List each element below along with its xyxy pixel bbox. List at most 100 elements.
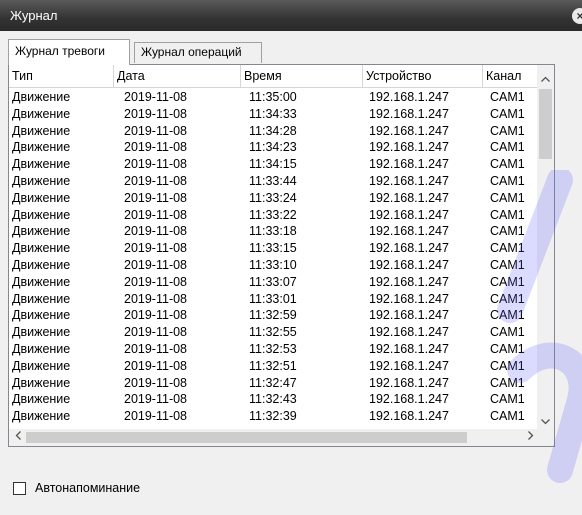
tab-operations-log[interactable]: Журнал операций [134,42,262,63]
cell-time: 11:34:15 [249,157,297,172]
table-header: Тип Дата Время Устройство Канал [9,65,539,88]
cell-date: 2019-11-08 [124,291,188,306]
cell-device: 192.168.1.247 [369,224,449,239]
horizontal-scrollbar[interactable] [9,429,539,446]
cell-date: 2019-11-08 [124,358,188,373]
horizontal-scroll-thumb[interactable] [26,432,467,443]
cell-time: 11:33:22 [249,207,297,222]
cell-device: 192.168.1.247 [369,90,449,104]
cell-type: Движение [12,157,71,172]
table-row[interactable]: Движение 2019-11-08 11:32:39 192.168.1.247 C… [9,408,547,425]
column-header-type[interactable]: Тип [9,65,114,87]
table-row[interactable]: Движение 2019-11-08 11:34:23 192.168.1.247 C… [9,139,547,156]
chevron-up-icon[interactable] [537,71,554,88]
log-table: Тип Дата Время Устройство Канал Движение… [8,64,555,447]
cell-device: 192.168.1.247 [369,308,449,323]
cell-time: 11:32:59 [249,308,297,323]
cell-date: 2019-11-08 [124,274,188,289]
cell-time: 11:33:15 [249,241,297,256]
cell-time: 11:33:01 [249,291,297,306]
cell-date: 2019-11-08 [124,157,188,172]
cell-type: Движение [12,123,71,138]
cell-date: 2019-11-08 [124,325,188,340]
table-row[interactable]: Движение 2019-11-08 11:34:33 192.168.1.247 C… [9,106,547,123]
cell-date: 2019-11-08 [124,341,188,356]
cell-device: 192.168.1.247 [369,341,449,356]
table-row[interactable]: Движение 2019-11-08 11:33:44 192.168.1.247 C… [9,173,547,190]
cell-type: Движение [12,392,71,407]
table-row[interactable]: Движение 2019-11-08 11:33:10 192.168.1.247 C… [9,257,547,274]
vertical-scroll-thumb[interactable] [539,89,552,159]
scrollbar-corner [537,429,554,446]
table-row[interactable]: Движение 2019-11-08 11:33:01 192.168.1.247 C… [9,291,547,308]
cell-time: 11:35:00 [249,90,297,104]
table-row[interactable]: Движение 2019-11-08 11:33:22 192.168.1.247 C… [9,207,547,224]
cell-date: 2019-11-08 [124,375,188,390]
auto-reminder-checkbox[interactable] [13,482,26,495]
table-row[interactable]: Движение 2019-11-08 11:32:43 192.168.1.247 C… [9,391,547,408]
tab-alarm-log[interactable]: Журнал тревоги [8,39,130,65]
window-title: Журнал [10,8,58,23]
table-row[interactable]: Движение 2019-11-08 11:34:15 192.168.1.247 C… [9,156,547,173]
cell-date: 2019-11-08 [124,123,188,138]
cell-type: Движение [12,207,71,222]
cell-date: 2019-11-08 [124,90,188,104]
cell-device: 192.168.1.247 [369,241,449,256]
cell-device: 192.168.1.247 [369,157,449,172]
cell-time: 11:33:07 [249,274,297,289]
column-header-device[interactable]: Устройство [363,65,483,87]
vertical-scrollbar[interactable] [537,65,554,431]
cell-type: Движение [12,90,71,104]
table-row[interactable]: Движение 2019-11-08 11:35:00 192.168.1.247 C… [9,89,547,106]
table-row[interactable]: Движение 2019-11-08 11:32:53 192.168.1.247 C… [9,341,547,358]
cell-time: 11:32:51 [249,358,297,373]
cell-device: 192.168.1.247 [369,409,449,424]
table-row[interactable]: Движение 2019-11-08 11:33:15 192.168.1.247 C… [9,240,547,257]
cell-device: 192.168.1.247 [369,291,449,306]
cell-device: 192.168.1.247 [369,123,449,138]
cell-type: Движение [12,274,71,289]
table-row[interactable]: Движение 2019-11-08 11:33:07 192.168.1.247 C… [9,274,547,291]
table-row[interactable]: Движение 2019-11-08 11:32:51 192.168.1.247 C… [9,358,547,375]
cell-device: 192.168.1.247 [369,392,449,407]
cell-time: 11:33:24 [249,190,297,205]
cell-date: 2019-11-08 [124,106,188,121]
cell-type: Движение [12,409,71,424]
cell-date: 2019-11-08 [124,409,188,424]
cell-date: 2019-11-08 [124,190,188,205]
cell-type: Движение [12,241,71,256]
cell-type: Движение [12,173,71,188]
table-row[interactable]: Движение 2019-11-08 11:32:59 192.168.1.247 C… [9,307,547,324]
close-icon[interactable]: × [572,8,582,24]
cell-date: 2019-11-08 [124,224,188,239]
cell-time: 11:33:10 [249,257,297,272]
cell-date: 2019-11-08 [124,173,188,188]
cell-date: 2019-11-08 [124,308,188,323]
column-header-time[interactable]: Время [241,65,363,87]
cell-date: 2019-11-08 [124,207,188,222]
table-row[interactable]: Движение 2019-11-08 11:33:18 192.168.1.247 C… [9,223,547,240]
table-row[interactable]: Движение 2019-11-08 11:34:28 192.168.1.247 C… [9,123,547,140]
cell-time: 11:34:33 [249,106,297,121]
cell-device: 192.168.1.247 [369,274,449,289]
auto-reminder-label: Автонапоминание [35,481,141,495]
cell-type: Движение [12,224,71,239]
cell-device: 192.168.1.247 [369,325,449,340]
chevron-left-icon[interactable] [9,429,26,446]
cell-device: 192.168.1.247 [369,257,449,272]
cell-type: Движение [12,308,71,323]
cell-device: 192.168.1.247 [369,358,449,373]
cell-type: Движение [12,341,71,356]
table-row[interactable]: Движение 2019-11-08 11:32:55 192.168.1.247 C… [9,324,547,341]
cell-time: 11:32:53 [249,341,297,356]
cell-device: 192.168.1.247 [369,207,449,222]
table-row[interactable]: Движение 2019-11-08 11:33:24 192.168.1.247 C… [9,190,547,207]
cell-time: 11:32:47 [249,375,297,390]
cell-device: 192.168.1.247 [369,140,449,155]
cell-device: 192.168.1.247 [369,190,449,205]
table-row[interactable]: Движение 2019-11-08 11:32:47 192.168.1.247 C… [9,375,547,392]
cell-time: 11:34:28 [249,123,297,138]
column-header-date[interactable]: Дата [114,65,241,87]
cell-time: 11:32:39 [249,409,297,424]
table-body: Движение 2019-11-08 11:35:00 192.168.1.247 C… [9,89,547,430]
